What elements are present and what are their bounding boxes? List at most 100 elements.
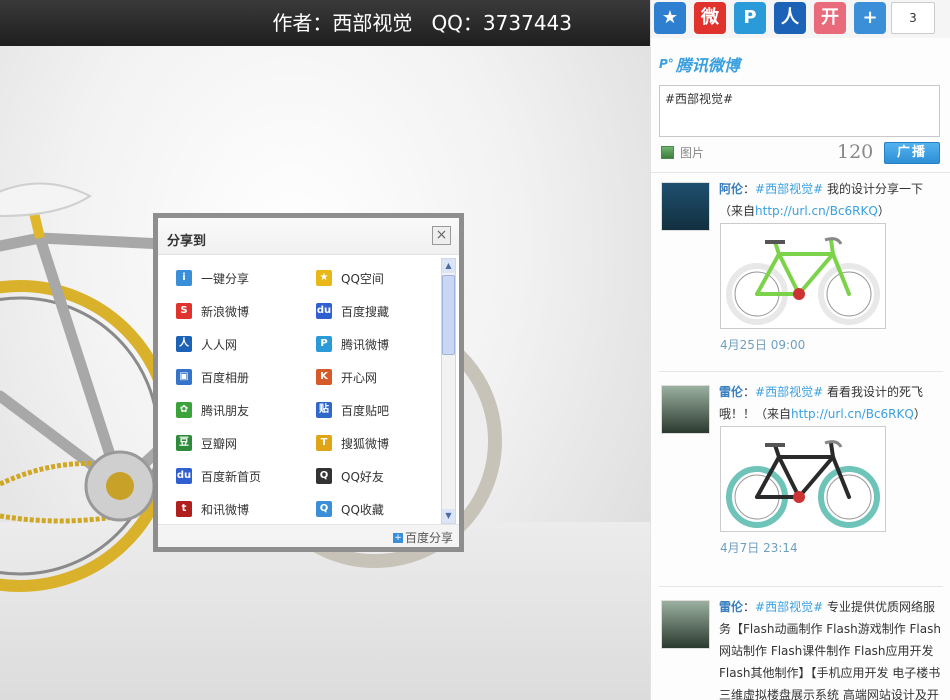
post-text: 雷伦：#西部视觉# 专业提供优质网络服务【Flash动画制作 Flash游戏制作…	[719, 596, 943, 700]
avatar[interactable]	[661, 385, 710, 434]
add-picture-button[interactable]: 图片	[661, 144, 704, 161]
tieba-icon: 贴	[316, 402, 332, 418]
share-item-label: 百度新首页	[201, 469, 262, 484]
renren-share-icon[interactable]: 人	[774, 2, 806, 34]
qq-penguin-icon: Q	[316, 468, 332, 484]
share-item-label: 人人网	[201, 337, 238, 352]
share-item[interactable]: Q QQ收藏	[316, 499, 384, 519]
post-author[interactable]: 雷伦	[719, 385, 743, 399]
crank-hub	[106, 472, 134, 500]
share-item[interactable]: P 腾讯微博	[316, 334, 389, 354]
share-item[interactable]: K 开心网	[316, 367, 377, 387]
picture-icon	[661, 146, 674, 159]
qq-text: QQ：3737443	[431, 11, 572, 35]
rear-wheel-rim	[0, 280, 176, 592]
scroll-up-icon[interactable]: ▲	[442, 259, 455, 273]
social-share-bar: 3 ★ 微 P 人开 +	[651, 0, 950, 38]
more-share-icon[interactable]: +	[854, 2, 886, 34]
char-counter: 120	[837, 141, 874, 163]
share-item-label: 百度搜藏	[341, 304, 390, 319]
post-tail: ）	[913, 407, 926, 421]
share-dialog: 分享到 × i 一键分享 ★ QQ空间 S 新浪微博 du 百度搜藏人人人网 P 腾讯微博 ▣ 百度相…	[153, 213, 464, 552]
weibo-compose-input[interactable]: #西部视觉#	[659, 85, 940, 137]
baidu-album-icon: ▣	[176, 369, 192, 385]
share-item-label: 腾讯微博	[341, 337, 390, 352]
share-item[interactable]: i 一键分享	[176, 268, 249, 288]
share-item-label: 和讯微博	[201, 502, 250, 517]
tencent-weibo-icon: P	[316, 336, 332, 352]
share-all-icon: i	[176, 270, 192, 286]
share-item[interactable]: T 搜狐微博	[316, 433, 389, 453]
post-author[interactable]: 阿伦	[719, 182, 743, 196]
qzone-icon: ★	[316, 270, 332, 286]
post-time[interactable]: 4月7日 23:14	[720, 539, 798, 556]
post-hashtag[interactable]: #西部视觉#	[755, 600, 823, 614]
share-item-label: 百度贴吧	[341, 403, 390, 418]
weibo-logo-text: 腾讯微博	[675, 56, 740, 75]
close-icon: ×	[435, 227, 448, 243]
post-sep: ：	[743, 182, 756, 196]
share-item[interactable]: du 百度新首页	[176, 466, 261, 486]
post-divider	[659, 371, 943, 372]
pengyou-icon: ✿	[176, 402, 192, 418]
post-image[interactable]	[720, 223, 886, 329]
share-item-label: 百度相册	[201, 370, 250, 385]
post-sep: ：	[743, 600, 756, 614]
post-tail: ）	[877, 204, 890, 218]
share-item-label: 豆瓣网	[201, 436, 238, 451]
share-list-scrollbar[interactable]: ▲ ▼	[441, 258, 456, 524]
share-item[interactable]: ✿ 腾讯朋友	[176, 400, 249, 420]
post-hashtag[interactable]: #西部视觉#	[755, 182, 823, 196]
broadcast-button[interactable]: 广播	[884, 142, 940, 164]
share-item-label: QQ收藏	[341, 502, 384, 517]
scroll-thumb[interactable]	[442, 275, 455, 355]
feed-post: 雷伦：#西部视觉# 专业提供优质网络服务【Flash动画制作 Flash游戏制作…	[651, 590, 950, 700]
avatar[interactable]	[661, 600, 710, 649]
picture-label: 图片	[680, 146, 705, 160]
share-count[interactable]: 3	[891, 2, 935, 34]
baidu-home-icon: du	[176, 468, 192, 484]
kaixin-icon: K	[316, 369, 332, 385]
post-link[interactable]: http://url.cn/Bc6RKQ	[791, 407, 914, 421]
kaixin-share-icon[interactable]: 开	[814, 2, 846, 34]
qq-bookmark-icon: Q	[316, 501, 332, 517]
post-sep: ：	[743, 385, 756, 399]
qzone-share-icon[interactable]: ★	[654, 2, 686, 34]
share-item[interactable]: t 和讯微博	[176, 499, 249, 519]
share-dialog-footer: + 百度分享	[158, 524, 459, 547]
sina-weibo-icon: S	[176, 303, 192, 319]
post-time[interactable]: 4月25日 09:00	[720, 336, 805, 353]
share-item[interactable]: 豆豆瓣网	[176, 433, 237, 453]
post-text: 阿伦：#西部视觉# 我的设计分享一下（来自http://url.cn/Bc6RK…	[719, 178, 943, 222]
post-body: 专业提供优质网络服务【Flash动画制作 Flash游戏制作 Flash网站制作…	[719, 600, 941, 700]
right-panel: 3 ★ 微 P 人开 + P° 腾讯微博 #西部视觉# 图片 120 广播 阿伦：#西部视…	[650, 0, 950, 700]
share-item-label: 一键分享	[201, 271, 250, 286]
tencent-weibo-logo: P° 腾讯微博	[659, 52, 740, 76]
share-item-label: QQ好友	[341, 469, 384, 484]
post-text: 雷伦：#西部视觉# 看看我设计的死飞哦！！（来自http://url.cn/Bc…	[719, 381, 943, 425]
share-item[interactable]: 人人人网	[176, 334, 237, 354]
share-item[interactable]: ★ QQ空间	[316, 268, 384, 288]
post-hashtag[interactable]: #西部视觉#	[755, 385, 823, 399]
sina-weibo-share-icon[interactable]: 微	[694, 2, 726, 34]
post-link[interactable]: http://url.cn/Bc6RKQ	[755, 204, 878, 218]
baidu-share-link[interactable]: + 百度分享	[392, 529, 453, 546]
post-image[interactable]	[720, 426, 886, 532]
feed-post: 阿伦：#西部视觉# 我的设计分享一下（来自http://url.cn/Bc6RK…	[651, 172, 950, 372]
share-item[interactable]: du 百度搜藏	[316, 301, 389, 321]
close-button[interactable]: ×	[432, 226, 451, 245]
scroll-down-icon[interactable]: ▼	[442, 509, 455, 523]
share-item[interactable]: ▣ 百度相册	[176, 367, 249, 387]
tencent-weibo-share-icon[interactable]: P	[734, 2, 766, 34]
share-item[interactable]: S 新浪微博	[176, 301, 249, 321]
post-author[interactable]: 雷伦	[719, 600, 743, 614]
baidu-share-label: 百度分享	[404, 531, 453, 545]
share-item[interactable]: Q QQ好友	[316, 466, 384, 486]
share-dialog-title: 分享到	[167, 234, 207, 249]
share-dialog-header: 分享到 ×	[158, 218, 459, 255]
renren-icon: 人	[176, 336, 192, 352]
share-item[interactable]: 贴百度贴吧	[316, 400, 389, 420]
share-item-label: QQ空间	[341, 271, 384, 286]
author-text: 作者：西部视觉	[272, 11, 413, 35]
avatar[interactable]	[661, 182, 710, 231]
